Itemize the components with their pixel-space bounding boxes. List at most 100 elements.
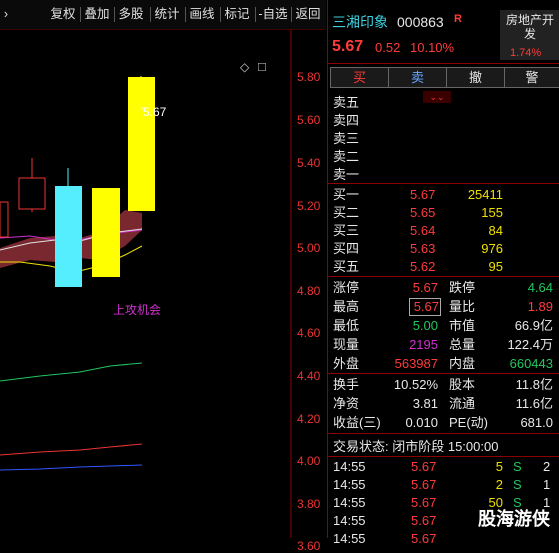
y-tick-label: 4.40 <box>297 369 321 383</box>
toolbar-separator <box>80 7 81 22</box>
tick-time: 14:55 <box>333 495 366 510</box>
stat-label: 内盘 <box>449 356 476 371</box>
sector-box[interactable]: 房地产开发 1.74% <box>500 10 559 60</box>
stat-label: 收益(三) <box>333 415 381 430</box>
y-tick-label: 5.00 <box>297 241 321 255</box>
stat-value: 10.52% <box>393 377 438 392</box>
y-tick-label: 3.80 <box>297 497 321 511</box>
toolbar-duogu[interactable]: 多股 <box>116 5 146 24</box>
toolbar-separator <box>291 7 292 22</box>
stock-tag: R <box>454 13 462 25</box>
stat-value: 4.64 <box>527 280 553 295</box>
stat-label: 换手 <box>333 377 360 392</box>
y-tick-label: 5.80 <box>297 70 321 84</box>
sell-level-label: 卖一 <box>333 167 360 182</box>
candle-hollow <box>0 201 9 238</box>
y-tick-label: 5.40 <box>297 156 321 170</box>
candle-up <box>92 188 120 277</box>
stat-value: 0.010 <box>405 415 438 430</box>
stat-value: 122.4万 <box>507 337 553 352</box>
stat-label: 股本 <box>449 377 476 392</box>
buy-level-volume: 95 <box>488 259 503 274</box>
ma-line-red <box>0 443 143 456</box>
stat-label: 净资 <box>333 396 360 411</box>
tick-volume: 5 <box>495 459 503 474</box>
divider <box>328 276 559 277</box>
buy-level-volume: 25411 <box>467 187 503 202</box>
buy-level-label: 买一 <box>333 187 360 202</box>
watermark: 股海游侠 <box>478 509 550 529</box>
buy-level-label: 买二 <box>333 205 360 220</box>
square-icon[interactable]: □ <box>258 59 266 74</box>
stat-label: 市值 <box>449 318 476 333</box>
quote-panel: 三湘印象 000863 R 5.67 0.52 10.10% 房地产开发 1.7… <box>327 0 559 546</box>
toolbar-separator <box>114 7 115 22</box>
buy-level-price: 5.65 <box>410 205 436 220</box>
y-tick-label: 4.00 <box>297 454 321 468</box>
scroll-left-arrow[interactable]: › <box>0 5 12 24</box>
stat-value: 3.81 <box>412 396 438 411</box>
y-tick-label: 4.80 <box>297 284 321 298</box>
toolbar-huaxian[interactable]: 画线 <box>187 5 217 24</box>
toolbar-biaoji[interactable]: 标记 <box>222 5 252 24</box>
toolbar-separator <box>220 7 221 22</box>
divider <box>328 183 559 184</box>
toolbar-diejia[interactable]: 叠加 <box>82 5 112 24</box>
sell-level-label: 卖二 <box>333 149 360 164</box>
buy-level-price: 5.63 <box>410 241 436 256</box>
stat-value: 11.6亿 <box>515 396 553 411</box>
tick-time: 14:55 <box>333 531 366 546</box>
tick-price: 5.67 <box>411 531 437 546</box>
stat-label: 现量 <box>333 337 360 352</box>
chart-toolbar: › 复权 叠加 多股 统计 画线 标记 -自选 返回 <box>0 0 326 30</box>
buy-level-volume: 155 <box>481 205 503 220</box>
sell-level-label: 卖五 <box>333 95 360 110</box>
tick-time: 14:55 <box>333 513 366 528</box>
stat-value: 2195 <box>409 337 438 352</box>
y-tick-label: 4.20 <box>297 412 321 426</box>
kline-chart[interactable]: 5.67 ← 上攻机会 ◇ □ 5.80 5.60 5.40 5.20 5.00… <box>0 29 326 553</box>
sell-button[interactable]: 卖 <box>388 67 447 88</box>
buy-level-volume: 84 <box>488 223 503 238</box>
cancel-button[interactable]: 撤 <box>446 67 505 88</box>
stat-value: 681.0 <box>520 415 553 430</box>
y-tick-label: 5.60 <box>297 113 321 127</box>
toolbar-fanhui[interactable]: 返回 <box>293 5 323 24</box>
stock-pct: 10.10% <box>410 40 455 55</box>
diamond-icon[interactable]: ◇ <box>240 60 249 74</box>
stock-code: 000863 <box>397 14 444 30</box>
tick-time: 14:55 <box>333 477 366 492</box>
alert-button[interactable]: 警 <box>504 67 559 88</box>
toolbar-tongji[interactable]: 统计 <box>152 5 182 24</box>
y-tick-label: 5.20 <box>297 199 321 213</box>
stat-label: 最低 <box>333 318 360 333</box>
buy-level-label: 买四 <box>333 241 360 256</box>
buy-level-label: 买三 <box>333 223 360 238</box>
sell-level-label: 卖三 <box>333 131 360 146</box>
stat-label: PE(动) <box>449 415 489 430</box>
toolbar-separator <box>150 7 151 22</box>
y-tick-label: 4.60 <box>297 326 321 340</box>
buy-button[interactable]: 买 <box>330 67 389 88</box>
sector-pct: 1.74% <box>510 47 542 59</box>
stat-label: 外盘 <box>333 356 360 371</box>
tick-volume: 2 <box>495 477 503 492</box>
sector-name: 房地产开发 <box>505 13 554 41</box>
toolbar-fuquan[interactable]: 复权 <box>48 5 78 24</box>
stat-label: 最高 <box>333 299 360 314</box>
tick-price: 5.67 <box>411 459 437 474</box>
toolbar-zixuan[interactable]: -自选 <box>256 5 290 24</box>
stat-value: 5.67 <box>409 298 441 316</box>
stock-name[interactable]: 三湘印象 <box>332 14 388 30</box>
stat-label: 总量 <box>449 337 476 352</box>
candle-up <box>128 77 155 211</box>
signal-annotation: 上攻机会 <box>113 303 162 317</box>
stat-value: 11.8亿 <box>515 377 553 392</box>
stat-value: 5.67 <box>412 280 438 295</box>
tick-price: 5.67 <box>411 495 437 510</box>
tick-price: 5.67 <box>411 477 437 492</box>
buy-level-price: 5.62 <box>410 259 436 274</box>
collapse-chevron-icon[interactable]: ⌄⌄ <box>423 91 451 103</box>
stat-label: 流通 <box>449 396 476 411</box>
stat-value: 660443 <box>509 356 553 371</box>
